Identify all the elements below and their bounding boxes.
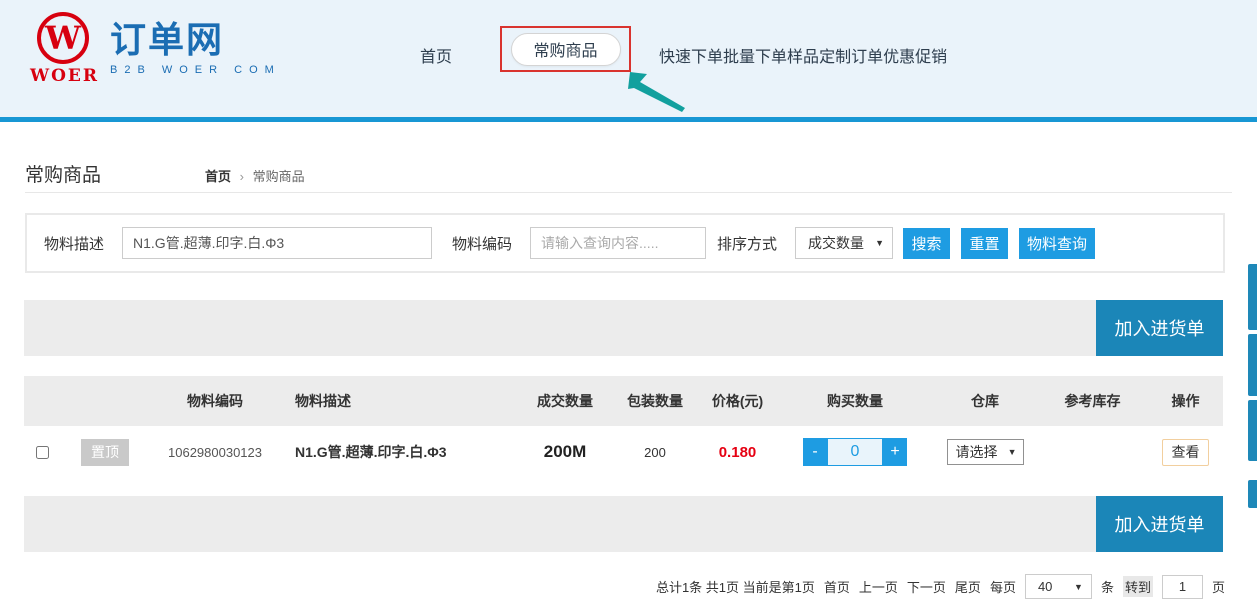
- sort-mode-label: 排序方式: [717, 233, 777, 254]
- search-button[interactable]: 搜索: [903, 228, 950, 259]
- row-checkbox[interactable]: [36, 446, 49, 459]
- quantity-minus-button[interactable]: -: [803, 438, 827, 466]
- nav-item-samples[interactable]: 样品: [787, 43, 819, 67]
- nav-item-bulk-order[interactable]: 批量下单: [723, 43, 787, 67]
- nav-item-frequent-goods[interactable]: 常购商品: [511, 33, 621, 66]
- sort-mode-value: 成交数量: [808, 233, 864, 253]
- header-warehouse: 仓库: [935, 391, 1035, 411]
- cell-price: 0.180: [700, 444, 775, 461]
- page-title: 常购商品: [25, 160, 101, 187]
- logo-monogram: W: [45, 22, 81, 54]
- chevron-down-icon: ▼: [1074, 582, 1083, 592]
- side-panel-tab-1[interactable]: [1248, 264, 1257, 330]
- chevron-down-icon: ▼: [875, 238, 884, 248]
- action-bar-top: 加入进货单: [24, 300, 1223, 356]
- per-page-select[interactable]: 40 ▼: [1025, 574, 1092, 599]
- view-button[interactable]: 查看: [1162, 439, 1209, 466]
- side-panel-tab-4[interactable]: [1248, 480, 1257, 508]
- header-price: 价格(元): [700, 391, 775, 411]
- chevron-down-icon: ▼: [1008, 447, 1017, 457]
- logo[interactable]: W WOER 订单网 B2B WOER COM: [30, 10, 281, 86]
- material-code-input[interactable]: [530, 227, 706, 259]
- breadcrumb-current: 常购商品: [253, 169, 305, 184]
- nav-item-custom-order[interactable]: 定制订单: [819, 43, 883, 67]
- page: W WOER 订单网 B2B WOER COM 首页 常购商品 快速下单 批量下…: [0, 0, 1257, 614]
- pagination-next[interactable]: 下一页: [907, 577, 946, 596]
- nav-item-home[interactable]: 首页: [420, 43, 452, 67]
- reset-button[interactable]: 重置: [961, 228, 1008, 259]
- side-panel-tab-3[interactable]: [1248, 400, 1257, 461]
- per-page-value: 40: [1038, 579, 1052, 594]
- filter-bar: 物料描述 物料编码 排序方式 成交数量 ▼ 搜索 重置 物料查询: [25, 213, 1225, 273]
- page-unit: 页: [1212, 577, 1225, 596]
- header-pack-qty: 包装数量: [610, 391, 700, 411]
- per-page-label: 每页: [990, 577, 1016, 596]
- table-header: 物料编码 物料描述 成交数量 包装数量 价格(元) 购买数量 仓库 参考库存 操…: [24, 376, 1223, 426]
- nav-item-promotions[interactable]: 优惠促销: [883, 43, 947, 67]
- section-divider: [25, 192, 1232, 193]
- woer-logo-mark: W WOER: [30, 10, 96, 86]
- header-deal-qty: 成交数量: [520, 391, 610, 411]
- pagination: 总计1条 共1页 当前是第1页 首页 上一页 下一页 尾页 每页 40 ▼ 条 …: [656, 574, 1225, 599]
- cell-deal-qty: 200M: [520, 442, 610, 462]
- header-buy-qty: 购买数量: [775, 391, 935, 411]
- goto-page-input[interactable]: [1162, 575, 1203, 599]
- annotation-red-box: 常购商品: [500, 26, 631, 72]
- side-panel-tab-2[interactable]: [1248, 334, 1257, 396]
- header-divider: [0, 117, 1257, 122]
- header-material-desc: 物料描述: [280, 391, 520, 411]
- main-nav: 首页 常购商品 快速下单 批量下单 样品 定制订单 优惠促销: [420, 38, 947, 72]
- table-row: 置顶 1062980030123 N1.G管.超薄.印字.白.Φ3 200M 2…: [24, 426, 1223, 478]
- cell-material-code: 1062980030123: [150, 445, 280, 460]
- cell-pack-qty: 200: [610, 445, 700, 460]
- material-desc-input[interactable]: [122, 227, 432, 259]
- header-material-code: 物料编码: [150, 391, 280, 411]
- site-name: 订单网: [110, 18, 281, 61]
- logo-brand-text: WOER: [30, 66, 96, 86]
- pin-to-top-button[interactable]: 置顶: [81, 439, 129, 466]
- pagination-last[interactable]: 尾页: [955, 577, 981, 596]
- action-bar-bottom: 加入进货单: [24, 496, 1223, 552]
- header: W WOER 订单网 B2B WOER COM 首页 常购商品 快速下单 批量下…: [0, 0, 1257, 117]
- cell-material-desc: N1.G管.超薄.印字.白.Φ3: [280, 442, 520, 462]
- per-page-unit: 条: [1101, 577, 1114, 596]
- nav-item-quick-order[interactable]: 快速下单: [659, 43, 723, 67]
- breadcrumb-home[interactable]: 首页: [205, 169, 231, 184]
- material-code-label: 物料编码: [452, 233, 512, 254]
- pagination-summary: 总计1条 共1页 当前是第1页: [656, 577, 815, 596]
- add-to-purchase-list-button-top[interactable]: 加入进货单: [1096, 300, 1223, 356]
- material-query-button[interactable]: 物料查询: [1019, 228, 1095, 259]
- pagination-first[interactable]: 首页: [824, 577, 850, 596]
- sort-mode-select[interactable]: 成交数量 ▼: [795, 227, 893, 259]
- quantity-stepper: - +: [803, 438, 907, 466]
- add-to-purchase-list-button-bottom[interactable]: 加入进货单: [1096, 496, 1223, 552]
- woer-ring-icon: W: [37, 12, 89, 64]
- header-operation: 操作: [1150, 391, 1221, 411]
- breadcrumb: 首页 › 常购商品: [205, 166, 305, 185]
- breadcrumb-separator: ›: [240, 169, 244, 184]
- material-desc-label: 物料描述: [44, 233, 104, 254]
- quantity-input[interactable]: [827, 438, 883, 466]
- pagination-prev[interactable]: 上一页: [859, 577, 898, 596]
- warehouse-select[interactable]: 请选择 ▼: [947, 439, 1024, 465]
- quantity-plus-button[interactable]: +: [883, 438, 907, 466]
- site-subtitle: B2B WOER COM: [110, 64, 281, 76]
- goto-label: 转到: [1123, 576, 1153, 597]
- warehouse-value: 请选择: [956, 442, 998, 462]
- header-ref-stock: 参考库存: [1035, 391, 1150, 411]
